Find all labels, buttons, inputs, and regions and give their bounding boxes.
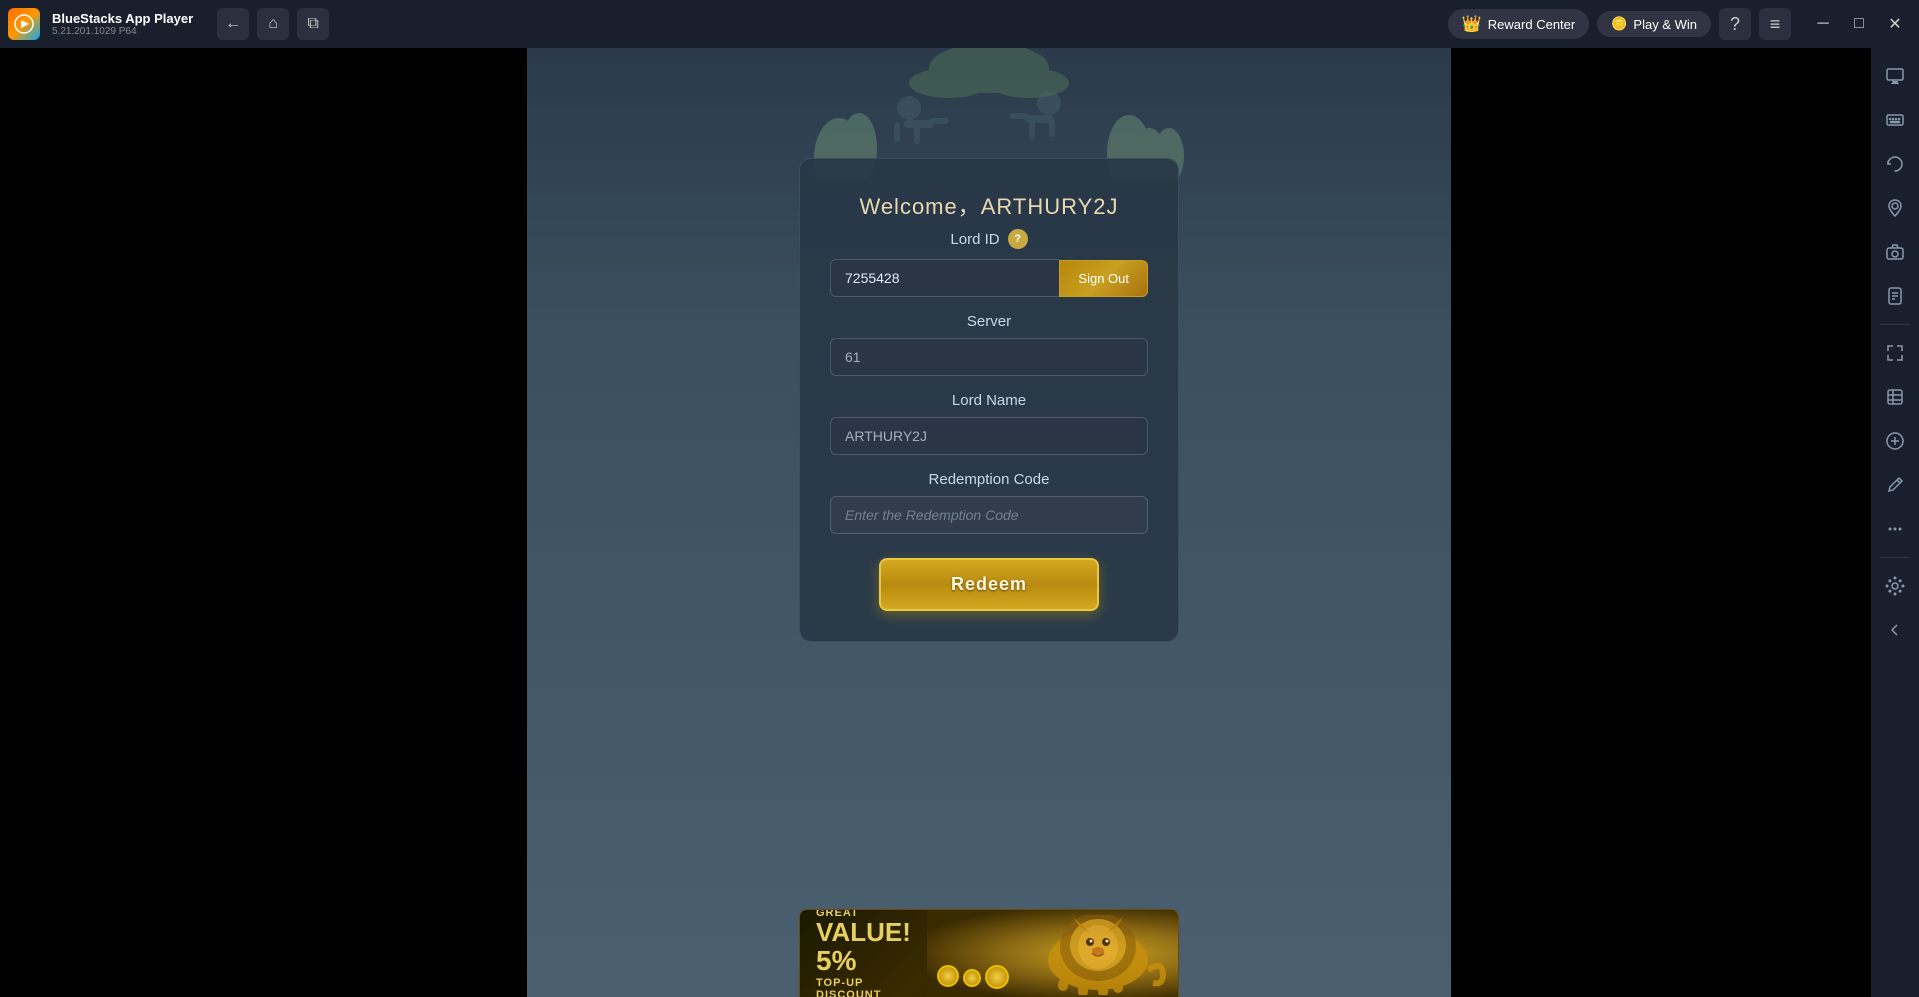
right-black-panel: [1451, 48, 1871, 997]
more-sidebar-button[interactable]: [1875, 509, 1915, 549]
minimize-button[interactable]: ─: [1807, 8, 1839, 40]
reward-center-button[interactable]: 👑 Reward Center: [1448, 9, 1589, 39]
redemption-code-input[interactable]: [830, 496, 1148, 534]
app-name-block: BlueStacks App Player 5.21.201.1029 P64: [52, 11, 193, 37]
hamburger-button[interactable]: ≡: [1759, 8, 1791, 40]
rotate-sidebar-button[interactable]: [1875, 144, 1915, 184]
home-nav-button[interactable]: ⌂: [257, 8, 289, 40]
crown-icon: 👑: [1462, 14, 1482, 34]
titlebar-nav: ← ⌂ ⧉: [217, 8, 329, 40]
banner-topup-label: TOP-UP: [816, 977, 911, 989]
sign-out-button[interactable]: Sign Out: [1059, 260, 1148, 297]
redeem-button[interactable]: Redeem: [879, 558, 1099, 611]
lord-name-label: Lord Name: [952, 392, 1026, 409]
titlebar-right: 👑 Reward Center 🪙 Play & Win ? ≡ ─ □ ✕: [1448, 8, 1911, 40]
play-win-button[interactable]: 🪙 Play & Win: [1597, 11, 1711, 37]
reward-center-label: Reward Center: [1488, 17, 1575, 32]
lord-id-input-row: Sign Out: [830, 259, 1148, 297]
banner-discount-label: DISCOUNT: [816, 989, 911, 997]
app-logo: [8, 8, 40, 40]
lord-id-label: Lord ID: [950, 231, 999, 248]
right-sidebar: [1871, 48, 1919, 997]
edit-sidebar-button[interactable]: [1875, 465, 1915, 505]
redemption-code-label: Redemption Code: [929, 471, 1050, 488]
screen-sidebar-button[interactable]: [1875, 56, 1915, 96]
lion-svg: [1008, 915, 1168, 995]
banner-value-label: VALUE!: [816, 919, 911, 945]
close-button[interactable]: ✕: [1879, 8, 1911, 40]
keyboard-sidebar-button[interactable]: [1875, 100, 1915, 140]
apk-sidebar-button[interactable]: [1875, 276, 1915, 316]
titlebar: BlueStacks App Player 5.21.201.1029 P64 …: [0, 0, 1919, 48]
lord-id-help-button[interactable]: ?: [1008, 229, 1028, 249]
welcome-text: Welcome，ARTHURY2J: [859, 189, 1118, 221]
center-panel: Welcome，ARTHURY2J Lord ID ? Sign Out Ser…: [527, 48, 1451, 997]
app-name-title: BlueStacks App Player: [52, 11, 193, 26]
coin-icon: 🪙: [1611, 16, 1627, 32]
banner-text: GREAT VALUE! 5% TOP-UP DISCOUNT: [800, 909, 927, 997]
sidebar-divider-1: [1880, 324, 1910, 325]
back-sidebar-button[interactable]: [1875, 610, 1915, 650]
game-sidebar-button[interactable]: [1875, 421, 1915, 461]
promo-banner[interactable]: GREAT VALUE! 5% TOP-UP DISCOUNT: [799, 909, 1179, 997]
lord-name-input: [830, 417, 1148, 455]
main-content: Welcome，ARTHURY2J Lord ID ? Sign Out Ser…: [0, 48, 1919, 997]
maximize-button[interactable]: □: [1843, 8, 1875, 40]
camera-sidebar-button[interactable]: [1875, 232, 1915, 272]
lord-id-input[interactable]: [830, 259, 1059, 297]
multi-nav-button[interactable]: ⧉: [297, 8, 329, 40]
left-panel: [0, 48, 527, 997]
server-label: Server: [967, 313, 1011, 330]
media-sidebar-button[interactable]: [1875, 377, 1915, 417]
app-version: 5.21.201.1029 P64: [52, 26, 193, 37]
settings-sidebar-button[interactable]: [1875, 566, 1915, 606]
question-icon: ?: [1730, 14, 1740, 35]
banner-percent: 5%: [816, 945, 856, 977]
form-card: Welcome，ARTHURY2J Lord ID ? Sign Out Ser…: [799, 158, 1179, 642]
coins-decoration: [937, 965, 1009, 989]
hamburger-icon: ≡: [1770, 14, 1781, 35]
sidebar-divider-2: [1880, 557, 1910, 558]
lord-id-row: Lord ID ?: [950, 229, 1027, 249]
titlebar-left: BlueStacks App Player 5.21.201.1029 P64 …: [8, 8, 329, 40]
play-win-label: Play & Win: [1633, 17, 1697, 32]
back-nav-button[interactable]: ←: [217, 8, 249, 40]
resize-sidebar-button[interactable]: [1875, 333, 1915, 373]
help-button[interactable]: ?: [1719, 8, 1751, 40]
location-sidebar-button[interactable]: [1875, 188, 1915, 228]
window-controls: ─ □ ✕: [1807, 8, 1911, 40]
banner-lion-image: [927, 910, 1178, 997]
server-input: [830, 338, 1148, 376]
